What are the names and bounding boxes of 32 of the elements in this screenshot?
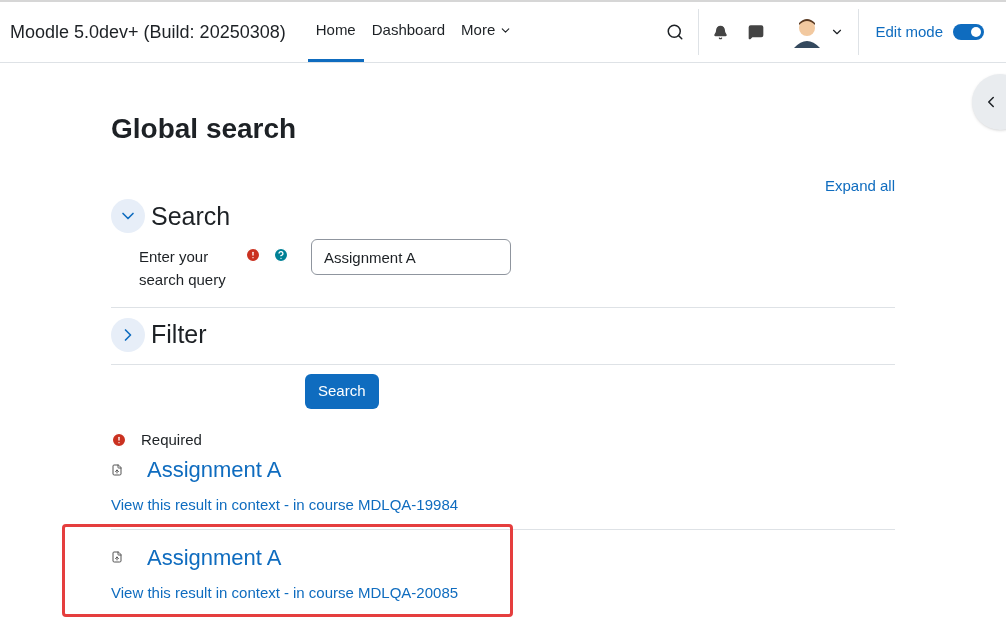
- result-title[interactable]: Assignment A: [147, 453, 282, 486]
- nav-link[interactable]: Dashboard: [363, 2, 454, 62]
- search-button[interactable]: Search: [305, 373, 379, 409]
- bell-icon[interactable]: [713, 24, 729, 40]
- file-icon: [111, 463, 123, 476]
- context-link[interactable]: View this result in context: [111, 496, 280, 513]
- section-heading: Filter: [151, 319, 207, 350]
- result-title[interactable]: Assignment A: [147, 540, 282, 574]
- edit-mode-toggle[interactable]: [953, 24, 984, 40]
- chat-icon[interactable]: [748, 24, 765, 40]
- required-icon: [245, 247, 261, 263]
- nav-link[interactable]: More: [453, 2, 521, 62]
- required-note: Required: [141, 429, 202, 450]
- search-icon[interactable]: [666, 23, 685, 41]
- help-icon[interactable]: [273, 247, 289, 263]
- separator: -: [284, 583, 289, 601]
- site-name[interactable]: Moodle 5.0dev+ (Build: 20250308): [10, 18, 286, 46]
- section-toggle[interactable]: [111, 317, 145, 352]
- search-query-field[interactable]: Assignment A: [311, 239, 511, 275]
- required-icon: [111, 431, 127, 448]
- edit-mode-label: Edit mode: [875, 21, 943, 42]
- nav-link[interactable]: Home: [307, 2, 364, 62]
- field-label: Enter your search query: [139, 247, 227, 290]
- section-heading: Search: [151, 200, 231, 232]
- page-title: Global search: [111, 115, 298, 143]
- section-toggle[interactable]: [111, 199, 145, 234]
- file-icon: [111, 551, 123, 563]
- course-link[interactable]: in course MDLQA-19984: [293, 496, 459, 513]
- course-link[interactable]: in course MDLQA-20085: [293, 583, 459, 601]
- context-link[interactable]: View this result in context: [111, 583, 280, 601]
- separator: -: [284, 496, 289, 513]
- expand-all-link[interactable]: Expand all: [824, 175, 895, 198]
